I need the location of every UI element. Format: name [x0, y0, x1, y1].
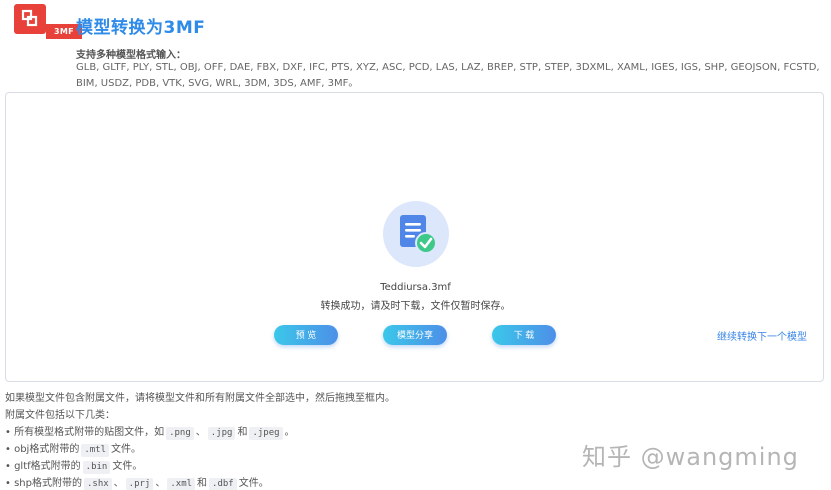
note-text: 和 — [237, 427, 248, 438]
note-line: 如果模型文件包含附属文件，请将模型文件和所有附属文件全部选中，然后拖拽至框内。 — [5, 393, 395, 404]
ext-badge-dbf: .dbf — [209, 478, 237, 490]
preview-button[interactable]: 预 览 — [274, 325, 338, 345]
file-check-icon — [400, 215, 437, 254]
upload-dropzone[interactable]: Teddiursa.3mf 转换成功，请及时下载，文件仅暂时保存。 预 览 模型… — [5, 92, 824, 382]
share-model-button[interactable]: 模型分享 — [383, 325, 447, 345]
note-line-textures: • 所有模型格式附带的贴图文件，如 .png、 .jpg 和 .jpeg。 — [5, 424, 395, 441]
note-text: 文件。 — [111, 444, 142, 455]
file-success-icon-circle — [383, 201, 449, 267]
download-button[interactable]: 下 载 — [492, 325, 556, 345]
watermark: 知乎 @wangming — [582, 443, 799, 471]
note-text: 和 — [197, 478, 208, 489]
result-status-text: 转换成功，请及时下载，文件仅暂时保存。 — [320, 301, 511, 312]
note-text: • obj格式附带的 — [5, 444, 80, 455]
note-line-obj: • obj格式附带的 .mtl 文件。 — [5, 441, 395, 458]
note-text: 、 — [113, 478, 124, 489]
note-text: 。 — [284, 427, 295, 438]
ext-badge-jpg: .jpg — [207, 427, 236, 440]
page: 3MF 模型转换为3MF 支持多种模型格式输入： GLB, GLTF, PLY,… — [0, 0, 831, 490]
note-text: 文件。 — [238, 478, 269, 489]
ext-badge-jpeg: .jpeg — [249, 427, 283, 440]
ext-badge-bin: .bin — [82, 461, 111, 474]
formats-list: GLB, GLTF, PLY, STL, OBJ, OFF, DAE, FBX,… — [76, 62, 820, 89]
note-text: • shp格式附带的 — [5, 478, 82, 489]
note-text: 文件。 — [112, 461, 143, 472]
ext-badge-prj: .prj — [125, 478, 154, 490]
attachment-notes: 如果模型文件包含附属文件，请将模型文件和所有附属文件全部选中，然后拖拽至框内。 … — [5, 390, 395, 490]
note-line-shp: • shp格式附带的 .shx、 .prj、 .xml 和 .dbf 文件。 — [5, 475, 395, 490]
logo-square — [14, 4, 46, 34]
note-text: 、 — [195, 427, 206, 438]
ext-badge-xml: .xml — [167, 478, 196, 490]
note-line-gltf: • gltf格式附带的 .bin 文件。 — [5, 458, 395, 475]
formats-label: 支持多种模型格式输入： — [76, 50, 186, 61]
page-title: 模型转换为3MF — [76, 18, 206, 38]
ext-badge-mtl: .mtl — [81, 444, 110, 457]
result-file-name: Teddiursa.3mf — [380, 282, 451, 293]
ext-badge-shx: .shx — [83, 478, 112, 490]
logo-cube-icon — [21, 9, 38, 27]
note-text: • gltf格式附带的 — [5, 461, 81, 472]
continue-convert-link[interactable]: 继续转换下一个模型 — [717, 328, 807, 343]
note-text: 、 — [155, 478, 166, 489]
app-logo: 3MF — [14, 4, 82, 40]
note-text: • 所有模型格式附带的贴图文件，如 — [5, 427, 165, 438]
ext-badge-png: .png — [166, 427, 194, 440]
note-line: 附属文件包括以下几类： — [5, 410, 115, 421]
